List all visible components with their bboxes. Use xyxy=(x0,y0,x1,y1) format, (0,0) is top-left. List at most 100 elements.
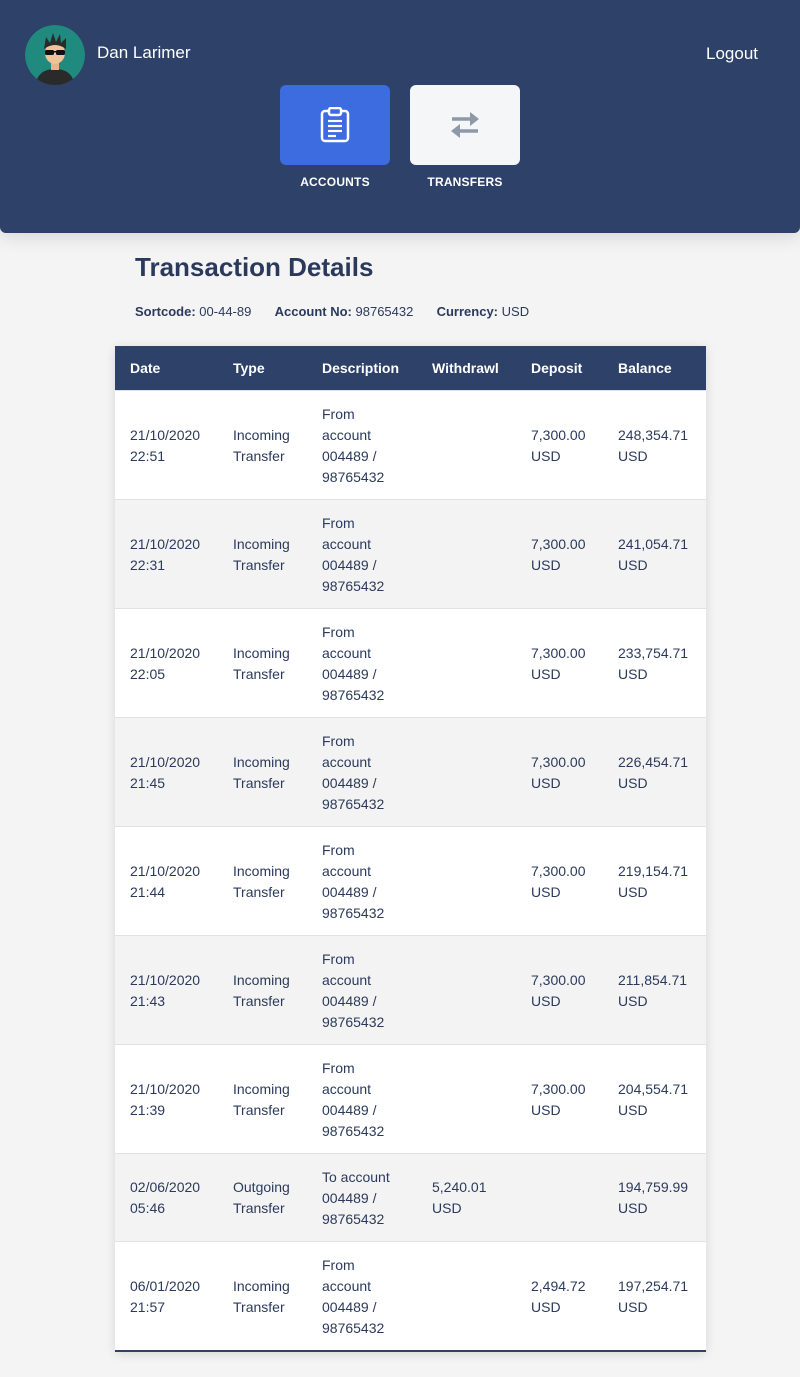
avatar[interactable] xyxy=(25,25,85,85)
column-header-date: Date xyxy=(130,360,161,376)
balance-cell: 219,154.71 USD xyxy=(618,861,688,903)
type-cell-line: Transfer xyxy=(233,1102,285,1118)
balance-cell-line: USD xyxy=(618,775,648,791)
deposit-cell-line: USD xyxy=(531,448,561,464)
sortcode-value: 00-44-89 xyxy=(199,304,252,319)
table-row[interactable]: 02/06/2020 05:46 Outgoing Transfer To accoun… xyxy=(115,1153,706,1241)
type-cell-line: Transfer xyxy=(233,1299,285,1315)
table-row[interactable]: 21/10/2020 22:31 Incoming Transfer From accou… xyxy=(115,499,706,608)
date-cell-line: 21/10/2020 xyxy=(130,754,201,770)
deposit-cell-line: 7,300.00 xyxy=(531,1081,586,1097)
description-cell-line: 004489 / xyxy=(322,993,377,1009)
table-row[interactable]: 21/10/2020 21:44 Incoming Transfer From accou… xyxy=(115,826,706,935)
clipboard-icon xyxy=(320,107,350,143)
balance-cell-line: 194,759.99 xyxy=(618,1179,689,1195)
date-cell-line: 21:43 xyxy=(130,993,166,1009)
accounts-nav-button[interactable] xyxy=(280,85,390,165)
date-cell: 21/10/2020 21:45 xyxy=(130,752,200,794)
type-cell-line: Transfer xyxy=(233,884,285,900)
date-cell-line: 21:44 xyxy=(130,884,166,900)
logout-link[interactable]: Logout xyxy=(706,44,758,64)
accounts-nav-label[interactable]: ACCOUNTS xyxy=(280,175,390,189)
description-cell-line: From xyxy=(322,1060,355,1076)
description-cell-line: 004489 / xyxy=(322,557,377,573)
description-cell-line: 004489 / xyxy=(322,666,377,682)
table-row[interactable]: 21/10/2020 21:43 Incoming Transfer From accou… xyxy=(115,935,706,1044)
deposit-cell: 7,300.00 USD xyxy=(531,752,586,794)
type-cell-line: Incoming xyxy=(233,536,290,552)
balance-cell: 194,759.99 USD xyxy=(618,1177,688,1219)
table-row[interactable]: 21/10/2020 22:05 Incoming Transfer From accou… xyxy=(115,608,706,717)
deposit-cell: 7,300.00 USD xyxy=(531,861,586,903)
deposit-cell-line: 2,494.72 xyxy=(531,1278,586,1294)
deposit-cell-line: USD xyxy=(531,666,561,682)
date-cell-line: 02/06/2020 xyxy=(130,1179,201,1195)
deposit-cell: 7,300.00 USD xyxy=(531,425,586,467)
column-header-withdrawl: Withdrawl xyxy=(432,360,499,376)
balance-cell: 226,454.71 USD xyxy=(618,752,688,794)
date-cell: 21/10/2020 21:39 xyxy=(130,1079,200,1121)
user-name: Dan Larimer xyxy=(97,43,191,62)
deposit-cell-line: 7,300.00 xyxy=(531,536,586,552)
type-cell: Incoming Transfer xyxy=(233,752,290,794)
date-cell: 06/01/2020 21:57 xyxy=(130,1276,200,1318)
description-cell-line: 98765432 xyxy=(322,1014,385,1030)
description-cell-line: 004489 / xyxy=(322,884,377,900)
table-row[interactable]: 21/10/2020 21:45 Incoming Transfer From accou… xyxy=(115,717,706,826)
withdrawl-cell-line: 5,240.01 xyxy=(432,1179,487,1195)
description-cell-line: 98765432 xyxy=(322,1123,385,1139)
column-header-desc: Description xyxy=(322,360,400,376)
column-header-type: Type xyxy=(233,360,265,376)
description-cell-line: From xyxy=(322,951,355,967)
description-cell-line: account xyxy=(322,863,372,879)
type-cell-line: Incoming xyxy=(233,972,290,988)
balance-cell-line: 219,154.71 xyxy=(618,863,689,879)
description-cell: From account 004489 / 98765432 xyxy=(322,731,384,815)
date-cell: 21/10/2020 22:05 xyxy=(130,643,200,685)
withdrawl-cell-line: USD xyxy=(432,1200,462,1216)
type-cell: Incoming Transfer xyxy=(233,970,290,1012)
description-cell-line: 98765432 xyxy=(322,469,385,485)
description-cell: From account 004489 / 98765432 xyxy=(322,513,384,597)
account-no-value: 98765432 xyxy=(355,304,414,319)
description-cell-line: From xyxy=(322,842,355,858)
description-cell-line: 98765432 xyxy=(322,905,385,921)
description-cell: From account 004489 / 98765432 xyxy=(322,949,384,1033)
balance-cell: 233,754.71 USD xyxy=(618,643,688,685)
table-row[interactable]: 21/10/2020 21:39 Incoming Transfer From accou… xyxy=(115,1044,706,1153)
transfers-nav-label[interactable]: TRANSFERS xyxy=(410,175,520,189)
type-cell-line: Incoming xyxy=(233,1081,290,1097)
type-cell-line: Outgoing xyxy=(233,1179,290,1195)
balance-cell-line: USD xyxy=(618,557,648,573)
description-cell-line: 98765432 xyxy=(322,1211,385,1227)
description-cell-line: From xyxy=(322,1257,355,1273)
transfers-nav-button[interactable] xyxy=(410,85,520,165)
account-no-label: Account No: xyxy=(274,304,352,319)
date-cell-line: 21/10/2020 xyxy=(130,427,201,443)
date-cell-line: 21/10/2020 xyxy=(130,1081,201,1097)
balance-cell-line: USD xyxy=(618,884,648,900)
table-row[interactable]: 06/01/2020 21:57 Incoming Transfer From accou… xyxy=(115,1241,706,1350)
balance-cell: 211,854.71 USD xyxy=(618,970,687,1012)
description-cell-line: 004489 / xyxy=(322,1102,377,1118)
balance-cell-line: 211,854.71 xyxy=(618,972,688,988)
type-cell: Incoming Transfer xyxy=(233,643,290,685)
date-cell-line: 06/01/2020 xyxy=(130,1278,201,1294)
type-cell: Outgoing Transfer xyxy=(233,1177,290,1219)
balance-cell: 241,054.71 USD xyxy=(618,534,688,576)
type-cell-line: Incoming xyxy=(233,427,290,443)
description-cell-line: 98765432 xyxy=(322,796,385,812)
type-cell-line: Incoming xyxy=(233,863,290,879)
description-cell-line: account xyxy=(322,1081,372,1097)
balance-cell-line: USD xyxy=(618,1102,648,1118)
description-cell-line: From xyxy=(322,406,355,422)
description-cell-line: account xyxy=(322,536,372,552)
type-cell: Incoming Transfer xyxy=(233,1276,290,1318)
deposit-cell: 7,300.00 USD xyxy=(531,1079,586,1121)
balance-cell-line: USD xyxy=(618,993,648,1009)
balance-cell: 248,354.71 USD xyxy=(618,425,688,467)
description-cell-line: account xyxy=(322,645,372,661)
table-row[interactable]: 21/10/2020 22:51 Incoming Transfer From accou… xyxy=(115,390,706,499)
deposit-cell: 7,300.00 USD xyxy=(531,970,586,1012)
column-header-balance: Balance xyxy=(618,360,672,376)
